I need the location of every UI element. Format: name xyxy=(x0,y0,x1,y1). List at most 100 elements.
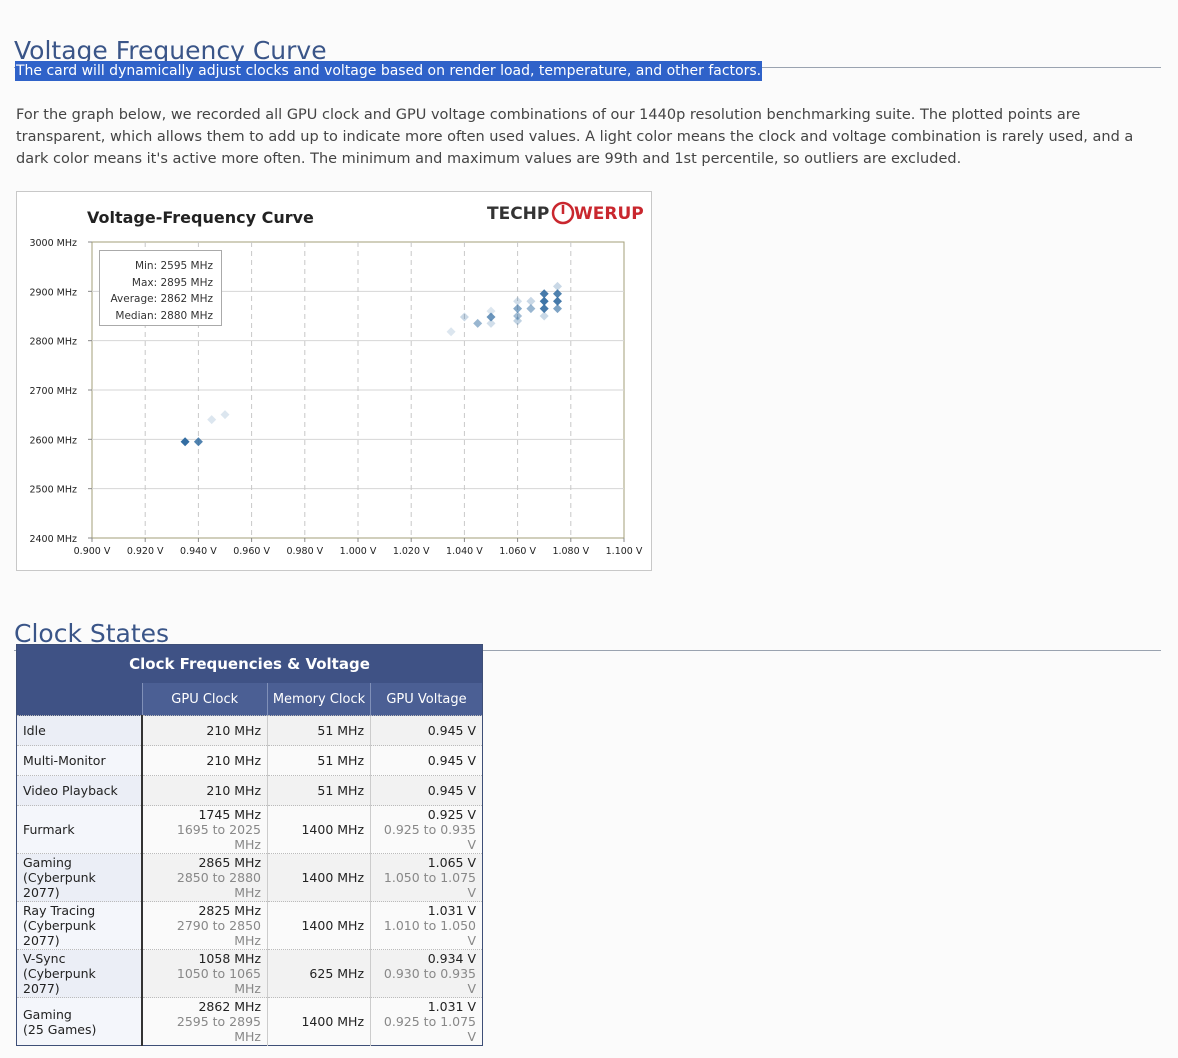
y-tick-label: 2800 MHz xyxy=(29,337,77,348)
stat-max: Max: 2895 MHz xyxy=(131,276,213,289)
data-point xyxy=(539,311,549,321)
x-tick-label: 1.100 V xyxy=(606,546,643,557)
gpu-voltage-cell-value: 0.945 V xyxy=(427,753,476,768)
table-row: Gaming (25 Games) 2862 MHz 2595 to 2895 MHz… xyxy=(16,997,483,1046)
gpu-clock-cell-value: 210 MHz xyxy=(206,783,261,798)
table-row: Multi-Monitor 210 MHz 51 MHz 0.945 V xyxy=(16,745,483,776)
row-label-value: Video Playback xyxy=(23,783,118,798)
data-point xyxy=(459,312,469,322)
stat-average: Average: 2862 MHz xyxy=(110,293,213,305)
gpu-clock-cell: 210 MHz xyxy=(141,715,268,746)
gpu-voltage-cell-range: 1.050 to 1.075 V xyxy=(383,870,476,900)
row-label-range: (Cyberpunk 2077) xyxy=(23,966,96,996)
gpu-clock-cell-range: 2850 to 2880 MHz xyxy=(176,870,261,900)
gpu-voltage-cell-value: 1.031 V xyxy=(427,903,476,918)
logo-text-techp: TECHP xyxy=(487,204,549,224)
gpu-clock-cell-range: 2595 to 2895 MHz xyxy=(176,1014,261,1044)
x-tick-label: 0.920 V xyxy=(127,546,164,557)
data-point xyxy=(539,289,549,299)
table-body: Idle 210 MHz 51 MHz 0.945 V Multi-Monitor 210… xyxy=(16,715,483,1046)
x-tick-label: 0.940 V xyxy=(180,546,217,557)
row-label-range: (Cyberpunk 2077) xyxy=(23,918,96,948)
data-point xyxy=(473,318,483,328)
gpu-voltage-cell: 0.934 V 0.930 to 0.935 V xyxy=(370,949,483,998)
memory-clock-cell: 51 MHz xyxy=(267,775,371,806)
data-point xyxy=(446,327,456,337)
gpu-clock-cell: 1058 MHz 1050 to 1065 MHz xyxy=(141,949,268,998)
gpu-clock-cell: 210 MHz xyxy=(141,775,268,806)
x-tick-label: 1.000 V xyxy=(340,546,377,557)
gpu-clock-cell-value: 1745 MHz xyxy=(198,807,261,822)
memory-clock-cell: 51 MHz xyxy=(267,745,371,776)
y-axis-ticks: 3000 MHz 2900 MHz 2800 MHz 2700 MHz 2600 MHz… xyxy=(29,238,92,545)
row-label-range: (25 Games) xyxy=(23,1021,97,1037)
row-label: Gaming (25 Games) xyxy=(16,997,143,1046)
memory-clock-cell: 625 MHz xyxy=(267,949,371,998)
table-row: Idle 210 MHz 51 MHz 0.945 V xyxy=(16,715,483,746)
gpu-clock-cell-value: 210 MHz xyxy=(206,753,261,768)
table-row: Furmark 1745 MHz 1695 to 2025 MHz 1400 MHz 0… xyxy=(16,805,483,854)
x-tick-label: 1.020 V xyxy=(393,546,430,557)
vf-curve-chart: Voltage-Frequency Curve TECHP WERUP 0.90… xyxy=(16,191,652,571)
gpu-voltage-cell: 1.031 V 1.010 to 1.050 V xyxy=(370,901,483,950)
row-label-range: (Cyberpunk 2077) xyxy=(23,870,96,900)
vf-curve-svg: Voltage-Frequency Curve TECHP WERUP 0.90… xyxy=(29,201,644,557)
gpu-voltage-cell: 0.945 V xyxy=(370,715,483,746)
data-point xyxy=(180,437,190,447)
chart-title: Voltage-Frequency Curve xyxy=(87,208,314,227)
stats-box: Min: 2595 MHz Max: 2895 MHz Average: 286… xyxy=(99,250,222,326)
x-tick-label: 0.960 V xyxy=(233,546,270,557)
logo-text-werup: WERUP xyxy=(574,204,644,224)
row-label: Gaming (Cyberpunk 2077) xyxy=(16,853,143,902)
header-memory-clock: Memory Clock xyxy=(267,683,371,716)
table-row: Video Playback 210 MHz 51 MHz 0.945 V xyxy=(16,775,483,806)
row-label: Ray Tracing (Cyberpunk 2077) xyxy=(16,901,143,950)
row-label: Furmark xyxy=(16,805,143,854)
gpu-voltage-cell: 1.065 V 1.050 to 1.075 V xyxy=(370,853,483,902)
gpu-clock-cell: 2862 MHz 2595 to 2895 MHz xyxy=(141,997,268,1046)
y-tick-label: 2700 MHz xyxy=(29,386,77,397)
gpu-voltage-cell: 1.031 V 0.925 to 1.075 V xyxy=(370,997,483,1046)
x-tick-label: 1.060 V xyxy=(499,546,536,557)
data-point xyxy=(513,296,523,306)
techpowerup-logo: TECHP WERUP xyxy=(487,201,644,225)
y-tick-label: 2600 MHz xyxy=(29,435,77,446)
gpu-clock-cell-range: 1050 to 1065 MHz xyxy=(176,966,261,996)
gpu-voltage-cell-range: 0.925 to 1.075 V xyxy=(383,1014,476,1044)
data-point xyxy=(207,415,217,425)
gpu-clock-cell: 2865 MHz 2850 to 2880 MHz xyxy=(141,853,268,902)
gpu-voltage-cell-value: 0.925 V xyxy=(427,807,476,822)
gpu-voltage-cell: 0.945 V xyxy=(370,745,483,776)
gpu-clock-cell: 210 MHz xyxy=(141,745,268,776)
highlighted-text: The card will dynamically adjust clocks … xyxy=(15,61,763,81)
row-label-value: Gaming xyxy=(23,1006,72,1022)
y-tick-label: 2500 MHz xyxy=(29,485,77,496)
table-row: Gaming (Cyberpunk 2077) 2865 MHz 2850 to 28… xyxy=(16,853,483,902)
table-caption: Clock Frequencies & Voltage xyxy=(16,644,483,683)
x-tick-label: 0.980 V xyxy=(286,546,323,557)
gpu-voltage-cell: 0.945 V xyxy=(370,775,483,806)
gpu-voltage-cell-value: 0.945 V xyxy=(427,783,476,798)
gpu-clock-cell-value: 2862 MHz xyxy=(198,999,261,1014)
stat-median: Median: 2880 MHz xyxy=(115,309,213,322)
memory-clock-cell: 1400 MHz xyxy=(267,853,371,902)
gpu-clock-cell-value: 2865 MHz xyxy=(198,855,261,870)
row-label: V-Sync (Cyberpunk 2077) xyxy=(16,949,143,998)
gpu-voltage-cell: 0.925 V 0.925 to 0.935 V xyxy=(370,805,483,854)
gpu-clock-cell-value: 1058 MHz xyxy=(198,951,261,966)
gpu-voltage-cell-range: 0.925 to 0.935 V xyxy=(383,822,476,852)
x-tick-label: 1.080 V xyxy=(552,546,589,557)
data-point xyxy=(486,306,496,316)
data-point xyxy=(220,410,230,420)
gpu-voltage-cell-value: 1.065 V xyxy=(427,855,476,870)
gpu-clock-cell-value: 2825 MHz xyxy=(198,903,261,918)
gpu-voltage-cell-range: 1.010 to 1.050 V xyxy=(383,918,476,948)
gpu-clock-cell-range: 2790 to 2850 MHz xyxy=(176,918,261,948)
gpu-clock-cell: 2825 MHz 2790 to 2850 MHz xyxy=(141,901,268,950)
stat-min: Min: 2595 MHz xyxy=(134,260,213,272)
memory-clock-cell: 1400 MHz xyxy=(267,901,371,950)
gpu-voltage-cell-value: 1.031 V xyxy=(427,999,476,1014)
memory-clock-cell: 51 MHz xyxy=(267,715,371,746)
row-label-value: Furmark xyxy=(23,822,75,837)
row-label: Idle xyxy=(16,715,143,746)
